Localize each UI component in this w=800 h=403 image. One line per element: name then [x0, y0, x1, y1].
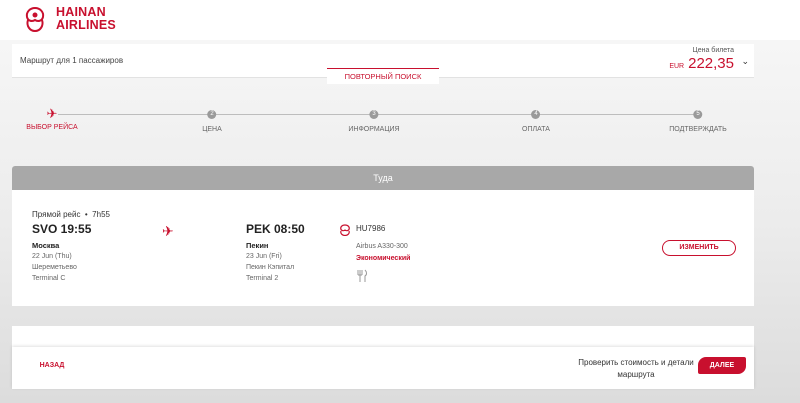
step-number: 2 — [207, 110, 217, 119]
step-label: ВЫБОР РЕЙСА — [26, 124, 78, 131]
chevron-down-icon[interactable]: ⌄ — [741, 56, 749, 67]
outbound-flight-card: Туда Прямой рейс • 7h55 SVO 19:55 Москва… — [12, 166, 754, 306]
price-total[interactable]: EUR 222,35 — [669, 55, 734, 72]
arrival-info: Пекин 23 Jun (Fri) Пекин Кэпитал Termina… — [246, 240, 294, 284]
step-label: ЦЕНА — [202, 126, 222, 133]
flight-direction-heading: Туда — [12, 166, 754, 190]
arrival-time: PEK 08:50 — [246, 222, 305, 236]
step-label: ИНФОРМАЦИЯ — [348, 126, 400, 133]
logo-line2: AIRLINES — [56, 18, 116, 32]
departure-city: Москва — [32, 241, 60, 250]
repeat-search-button[interactable]: ПОВТОРНЫЙ ПОИСК — [327, 68, 439, 84]
departure-airport: Шереметьево — [32, 264, 77, 271]
airplane-icon: ✈ — [162, 223, 174, 239]
departure-time: SVO 19:55 — [32, 222, 92, 236]
step-label: ПОДТВЕРЖДАТЬ — [669, 126, 727, 133]
flight-duration: 7h55 — [92, 210, 110, 219]
airline-logo-icon — [340, 224, 350, 236]
direct-flight-label: Прямой рейс — [32, 210, 81, 219]
departure-info: Москва 22 Jun (Thu) Шереметьево Terminal… — [32, 240, 77, 284]
price-value: 222,35 — [688, 55, 734, 72]
next-button[interactable]: ДАЛЕЕ — [698, 357, 746, 374]
booking-steps: ✈ ВЫБОР РЕЙСА 2 ЦЕНА 3 ИНФОРМАЦИЯ 4 ОПЛА… — [0, 104, 800, 140]
arrival-date: 23 Jun (Fri) — [246, 253, 282, 260]
meal-icon — [357, 269, 367, 282]
departure-terminal: Terminal C — [32, 275, 66, 282]
arrival-terminal: Terminal 2 — [246, 275, 279, 282]
price-currency: EUR — [669, 63, 685, 70]
hainan-logo-icon — [25, 6, 45, 33]
arrival-city: Пекин — [246, 241, 269, 250]
step-label: ОПЛАТА — [522, 126, 550, 133]
price-label: Цена билета — [692, 47, 734, 54]
step-flight-selection[interactable]: ✈ ВЫБОР РЕЙСА — [26, 104, 77, 131]
step-number: 4 — [531, 110, 541, 119]
flight-number[interactable]: HU7986 — [356, 224, 385, 233]
logo-text: HAINAN AIRLINES — [56, 6, 116, 32]
airplane-icon: ✈ — [46, 106, 58, 121]
direct-flight-info: Прямой рейс • 7h55 — [32, 210, 110, 219]
cabin-class: Экономический — [356, 255, 411, 262]
aircraft-type: Airbus A330-300 — [356, 243, 408, 250]
route-passengers-text: Маршрут для 1 пассажиров — [20, 56, 124, 65]
back-button[interactable]: НАЗАД — [22, 357, 82, 375]
step-number: 5 — [693, 110, 703, 119]
step-price: 2 ЦЕНА — [202, 104, 222, 133]
departure-date: 22 Jun (Thu) — [32, 253, 72, 260]
step-confirm: 5 ПОДТВЕРЖДАТЬ — [669, 104, 727, 133]
footer-bar: НАЗАД Проверить стоимость и детали маршр… — [12, 347, 754, 389]
step-payment: 4 ОПЛАТА — [522, 104, 550, 133]
arrival-airport: Пекин Кэпитал — [246, 264, 295, 271]
step-information: 3 ИНФОРМАЦИЯ — [348, 104, 400, 133]
header: HAINAN AIRLINES — [0, 0, 800, 40]
airline-logo[interactable]: HAINAN AIRLINES — [20, 4, 116, 34]
check-price-link[interactable]: Проверить стоимость и детали маршрута — [572, 357, 700, 381]
change-flight-button[interactable]: ИЗМЕНИТЬ — [662, 240, 736, 256]
step-number: 3 — [369, 110, 379, 119]
